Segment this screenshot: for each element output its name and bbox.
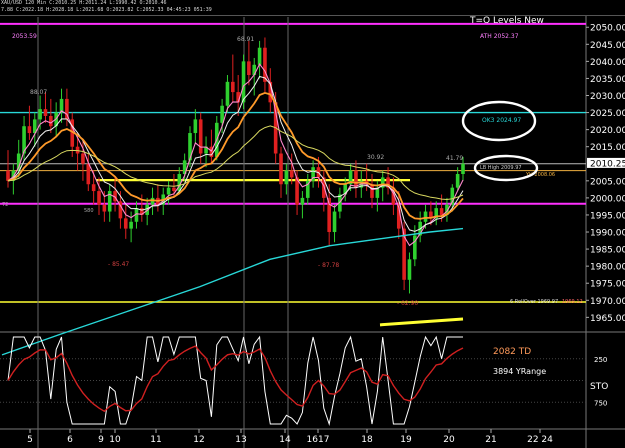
price-tick-label: 1995.00	[590, 211, 625, 221]
price-tick-label: 2045.00	[590, 41, 625, 51]
stoch-fast-line	[7, 335, 463, 426]
annotation-right-high: 41.79	[446, 155, 463, 162]
price-tick-label: 2020.00	[590, 126, 625, 136]
annotation-left-high: 88.07	[30, 89, 47, 96]
candle-body	[97, 191, 101, 205]
annotation-rollover: 6 RollOver 1969.97	[510, 299, 558, 305]
osc-td-label: 2082 TD	[493, 347, 531, 357]
price-tick-label: 2015.00	[590, 143, 625, 153]
annotation-ok3: OK3 2024.97	[482, 117, 521, 124]
candle-body	[289, 170, 294, 178]
date-tick-label: 6	[67, 435, 73, 445]
price-tick-label: 1975.00	[590, 280, 625, 290]
annotation-lb-high: LB High 2009.97	[480, 165, 522, 171]
annotation-rollover-right: 1969.12	[562, 299, 583, 305]
osc-yrange-label: 3894 YRange	[493, 367, 546, 376]
annotation-ath-top: 2053.59	[12, 33, 37, 40]
candle-body	[284, 170, 289, 185]
candle-body	[461, 163, 465, 174]
date-tick-label: 12	[193, 435, 204, 445]
osc-tick-label: 750	[594, 399, 607, 407]
price-tick-label: 2040.00	[590, 58, 625, 68]
candle-body	[198, 119, 203, 154]
candle-body	[370, 184, 374, 198]
candle-body	[86, 163, 91, 185]
price-chart[interactable]: 2050.00 2045.00 2040.00 2035.00 2030.00 2025.…	[0, 0, 625, 448]
candle-body	[172, 187, 176, 192]
candle-body	[300, 197, 305, 205]
price-tick-label: 2035.00	[590, 75, 625, 85]
date-tick-label: 14	[279, 435, 291, 445]
price-tick-label: 2000.00	[590, 194, 625, 204]
annotation-mid-high: 30.92	[367, 154, 384, 161]
date-tick-label: 10	[109, 435, 121, 445]
candle-body	[257, 47, 262, 65]
osc-sto-label: STO	[590, 382, 608, 392]
date-tick-label: 1617	[307, 435, 330, 445]
price-tick-label: 2030.00	[590, 92, 625, 102]
annotation-low3: - 02.90	[397, 300, 418, 307]
ma-fast-line	[7, 62, 464, 247]
annotation-ath-right: ATH 2052.37	[480, 33, 519, 40]
candle-body	[102, 204, 107, 212]
price-tick-label: 2025.00	[590, 109, 625, 119]
candle-body	[27, 126, 32, 134]
candle-body	[81, 153, 85, 164]
price-tick-label: 2005.00	[590, 177, 625, 187]
ma-cyan-line	[1, 227, 464, 356]
annotation-72: 72	[2, 202, 8, 208]
candle-body	[252, 64, 257, 76]
annotation-low1: - 85.47	[108, 261, 129, 268]
candle-body	[241, 61, 246, 103]
candle-body	[38, 109, 42, 120]
price-tick-label: 1980.00	[590, 263, 625, 273]
date-tick-label: 5	[27, 435, 33, 445]
price-tick-label: 1965.00	[590, 314, 625, 324]
date-tick-label: 9	[98, 435, 104, 445]
date-tick-label: 21	[485, 435, 496, 445]
chart-window: XAU/USD 120 Min C:2010.25 H:2011.24 L:19…	[0, 0, 625, 448]
candle-body	[247, 61, 251, 76]
candle-body	[193, 119, 198, 134]
candle-body	[332, 211, 337, 233]
annotation-580: 580	[84, 208, 94, 214]
candle-body	[231, 81, 235, 93]
candle-body	[43, 109, 48, 116]
annotation-peak: 68.91	[237, 36, 254, 43]
current-price-label: 2010.25	[590, 159, 625, 169]
candle-body	[279, 153, 283, 185]
candle-body	[407, 259, 412, 280]
candle-body	[225, 81, 230, 106]
price-tick-label: 1990.00	[590, 229, 625, 239]
price-tick-label: 1985.00	[590, 246, 625, 256]
candle-body	[455, 174, 460, 188]
annotation-low2: - 87.78	[318, 262, 339, 269]
price-tick-label: 2050.00	[590, 24, 625, 34]
price-tick-label: 1970.00	[590, 297, 625, 307]
date-tick-label: 11	[150, 435, 161, 445]
candle-body	[423, 211, 428, 222]
candle-body	[263, 47, 267, 82]
candle-body	[49, 115, 53, 127]
date-tick-label: 13	[235, 435, 246, 445]
ma-yellow-thick	[379, 317, 464, 327]
candle-body	[91, 184, 96, 192]
date-tick-label: 19	[400, 435, 412, 445]
date-tick-label: 22 24	[527, 435, 553, 445]
candle-body	[439, 208, 444, 215]
candle-body	[166, 187, 171, 195]
date-tick-label: 18	[361, 435, 373, 445]
candle-body	[150, 197, 155, 205]
candle-body	[123, 218, 128, 229]
osc-tick-label: 250	[594, 356, 607, 364]
candle-body	[129, 221, 133, 229]
date-tick-label: 20	[443, 435, 455, 445]
